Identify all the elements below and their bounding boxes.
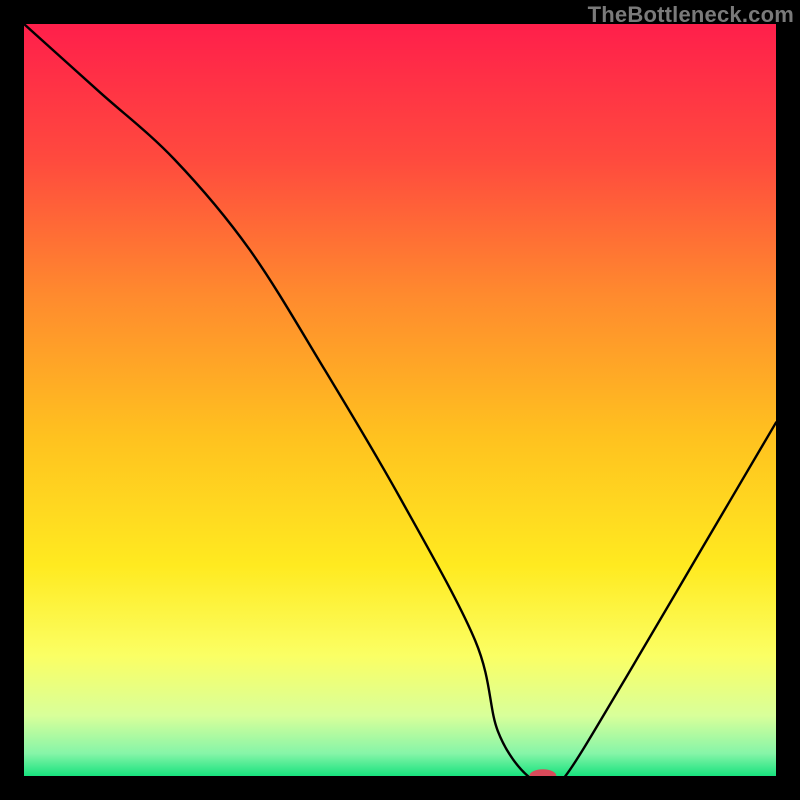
plot-area <box>24 24 776 776</box>
plot-svg <box>24 24 776 776</box>
gradient-background <box>24 24 776 776</box>
chart-frame: TheBottleneck.com <box>0 0 800 800</box>
